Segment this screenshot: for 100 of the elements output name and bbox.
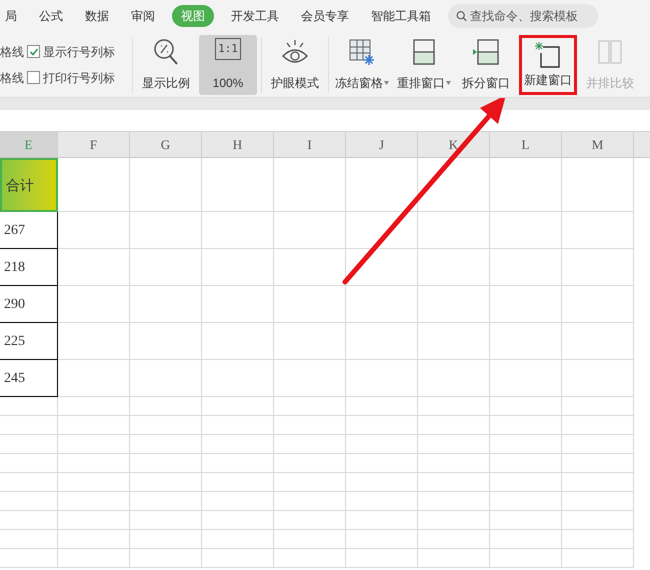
table-cell[interactable] [418, 212, 490, 249]
menu-tab[interactable]: 开发工具 [226, 5, 284, 27]
table-cell[interactable] [58, 286, 130, 323]
table-cell[interactable] [58, 549, 130, 568]
table-cell[interactable] [490, 249, 562, 286]
table-cell[interactable] [418, 286, 490, 323]
table-cell[interactable] [58, 397, 130, 416]
table-cell[interactable] [346, 473, 418, 492]
table-cell[interactable] [274, 212, 346, 249]
table-cell[interactable] [346, 249, 418, 286]
column-header[interactable]: F [58, 132, 130, 157]
table-cell[interactable] [562, 249, 634, 286]
table-cell[interactable] [58, 473, 130, 492]
table-cell[interactable] [58, 492, 130, 511]
table-cell[interactable] [562, 212, 634, 249]
table-cell[interactable] [58, 530, 130, 549]
table-cell[interactable] [562, 530, 634, 549]
table-cell[interactable] [0, 435, 58, 454]
table-cell[interactable] [346, 397, 418, 416]
table-cell[interactable] [274, 435, 346, 454]
table-cell[interactable] [202, 511, 274, 530]
table-cell[interactable] [130, 492, 202, 511]
table-cell[interactable] [418, 249, 490, 286]
table-cell[interactable] [490, 492, 562, 511]
table-cell[interactable] [274, 286, 346, 323]
table-cell[interactable] [490, 360, 562, 397]
table-cell[interactable] [418, 511, 490, 530]
table-cell[interactable] [418, 435, 490, 454]
search-field[interactable]: 查找命令、搜索模板 [448, 4, 598, 28]
table-cell[interactable] [490, 212, 562, 249]
table-cell[interactable] [202, 492, 274, 511]
table-cell[interactable] [58, 454, 130, 473]
table-cell[interactable] [58, 212, 130, 249]
table-cell[interactable] [130, 286, 202, 323]
table-cell[interactable] [58, 249, 130, 286]
table-cell[interactable] [0, 492, 58, 511]
menu-tab[interactable]: 公式 [34, 5, 68, 27]
table-cell[interactable] [346, 511, 418, 530]
table-cell[interactable] [202, 454, 274, 473]
table-cell[interactable] [202, 549, 274, 568]
table-cell[interactable] [562, 397, 634, 416]
table-cell[interactable] [130, 249, 202, 286]
table-cell[interactable] [274, 416, 346, 435]
table-cell[interactable] [130, 473, 202, 492]
table-cell[interactable] [418, 473, 490, 492]
table-cell[interactable] [418, 454, 490, 473]
table-cell[interactable] [562, 511, 634, 530]
table-cell[interactable] [490, 158, 562, 212]
table-cell[interactable] [130, 530, 202, 549]
table-cell[interactable] [418, 549, 490, 568]
table-cell[interactable] [346, 454, 418, 473]
table-cell[interactable]: 合计 [0, 158, 58, 212]
table-cell[interactable] [490, 323, 562, 360]
table-cell[interactable] [130, 158, 202, 212]
table-cell[interactable] [202, 416, 274, 435]
table-cell[interactable]: 290 [0, 286, 58, 323]
table-cell[interactable] [0, 397, 58, 416]
table-cell[interactable] [274, 249, 346, 286]
table-cell[interactable] [346, 549, 418, 568]
table-cell[interactable] [418, 416, 490, 435]
table-cell[interactable] [418, 397, 490, 416]
column-header[interactable]: H [202, 132, 274, 157]
table-cell[interactable] [346, 158, 418, 212]
table-cell[interactable] [130, 454, 202, 473]
menu-tab[interactable]: 智能工具箱 [366, 5, 436, 27]
table-cell[interactable] [346, 416, 418, 435]
ribbon-button[interactable]: 重排窗口 [395, 34, 453, 94]
menu-tab[interactable]: 数据 [80, 5, 114, 27]
menu-tab[interactable]: 局 [0, 5, 22, 27]
table-cell[interactable] [346, 286, 418, 323]
column-header[interactable]: M [562, 132, 634, 157]
table-cell[interactable] [202, 249, 274, 286]
table-cell[interactable] [418, 323, 490, 360]
table-cell[interactable] [274, 454, 346, 473]
table-cell[interactable] [274, 158, 346, 212]
table-cell[interactable] [418, 360, 490, 397]
table-cell[interactable] [490, 473, 562, 492]
checkbox[interactable] [27, 45, 40, 58]
table-cell[interactable]: 267 [0, 212, 58, 249]
table-cell[interactable] [562, 416, 634, 435]
table-cell[interactable] [202, 212, 274, 249]
table-cell[interactable] [130, 397, 202, 416]
table-cell[interactable] [346, 212, 418, 249]
table-cell[interactable] [490, 416, 562, 435]
menu-tab[interactable]: 会员专享 [296, 5, 354, 27]
table-cell[interactable] [130, 435, 202, 454]
table-cell[interactable] [490, 530, 562, 549]
table-cell[interactable] [202, 286, 274, 323]
ribbon-button[interactable]: 冻结窗格 [333, 34, 391, 94]
column-header[interactable]: I [274, 132, 346, 157]
table-cell[interactable] [562, 492, 634, 511]
table-cell[interactable] [562, 473, 634, 492]
column-header[interactable]: G [130, 132, 202, 157]
ribbon-button[interactable]: 护眼模式 [266, 34, 324, 94]
table-cell[interactable] [58, 511, 130, 530]
table-cell[interactable]: 245 [0, 360, 58, 397]
table-cell[interactable] [418, 492, 490, 511]
table-cell[interactable] [346, 492, 418, 511]
table-cell[interactable] [274, 323, 346, 360]
table-cell[interactable] [130, 511, 202, 530]
